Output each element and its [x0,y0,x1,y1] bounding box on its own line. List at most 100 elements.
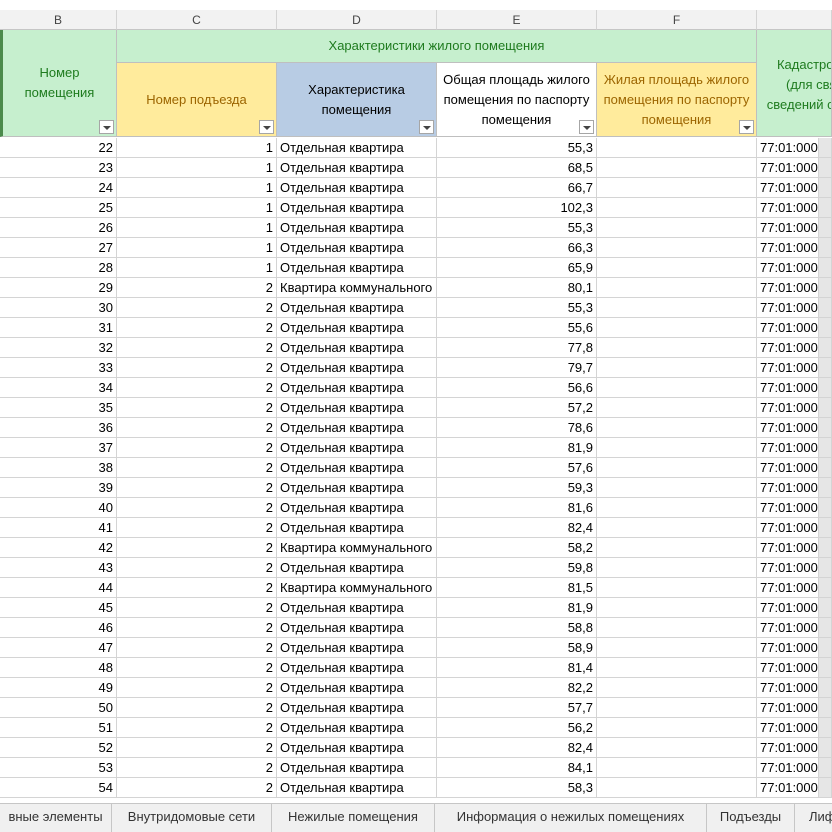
cell-type[interactable]: Отдельная квартира [277,658,437,678]
cell-entrance[interactable]: 1 [117,258,277,278]
cell-entrance[interactable]: 1 [117,238,277,258]
cell-entrance[interactable]: 2 [117,658,277,678]
cell-next-column[interactable] [819,338,832,358]
cell-entrance[interactable]: 2 [117,618,277,638]
cell-cad[interactable]: 77:01:000 [757,718,819,738]
cell-area[interactable]: 82,4 [437,738,597,758]
cell-num[interactable]: 37 [0,438,117,458]
column-header-e[interactable]: E [437,10,597,30]
cell-entrance[interactable]: 2 [117,458,277,478]
cell-area[interactable]: 66,3 [437,238,597,258]
cell-type[interactable]: Отдельная квартира [277,138,437,158]
sheet-tab[interactable]: Нежилые помещения [272,804,435,832]
cell-cad[interactable]: 77:01:000 [757,478,819,498]
cell-type[interactable]: Отдельная квартира [277,298,437,318]
cell-next-column[interactable] [819,458,832,478]
cell-area[interactable]: 78,6 [437,418,597,438]
cell-area[interactable]: 55,3 [437,298,597,318]
cell-num[interactable]: 36 [0,418,117,438]
cell-cad[interactable]: 77:01:000 [757,338,819,358]
cell-area[interactable]: 66,7 [437,178,597,198]
cell-num[interactable]: 24 [0,178,117,198]
cell-living[interactable] [597,218,757,238]
cell-num[interactable]: 35 [0,398,117,418]
cell-num[interactable]: 43 [0,558,117,578]
cell-cad[interactable]: 77:01:000 [757,218,819,238]
cell-entrance[interactable]: 2 [117,638,277,658]
cell-type[interactable]: Отдельная квартира [277,158,437,178]
cell-type[interactable]: Отдельная квартира [277,198,437,218]
cell-living[interactable] [597,258,757,278]
cell-cad[interactable]: 77:01:000 [757,258,819,278]
cell-entrance[interactable]: 2 [117,758,277,778]
cell-cad[interactable]: 77:01:000 [757,378,819,398]
cell-area[interactable]: 56,2 [437,718,597,738]
cell-entrance[interactable]: 2 [117,538,277,558]
cell-living[interactable] [597,758,757,778]
cell-living[interactable] [597,578,757,598]
cell-cad[interactable]: 77:01:000 [757,538,819,558]
cell-living[interactable] [597,398,757,418]
cell-num[interactable]: 32 [0,338,117,358]
cell-type[interactable]: Квартира коммунального [277,538,437,558]
cell-entrance[interactable]: 2 [117,418,277,438]
cell-num[interactable]: 47 [0,638,117,658]
cell-next-column[interactable] [819,438,832,458]
cell-living[interactable] [597,178,757,198]
cell-num[interactable]: 25 [0,198,117,218]
cell-type[interactable]: Отдельная квартира [277,738,437,758]
cell-living[interactable] [597,518,757,538]
cell-entrance[interactable]: 1 [117,158,277,178]
cell-type[interactable]: Отдельная квартира [277,478,437,498]
cell-entrance[interactable]: 1 [117,178,277,198]
cell-num[interactable]: 50 [0,698,117,718]
cell-next-column[interactable] [819,138,832,158]
cell-area[interactable]: 81,6 [437,498,597,518]
cell-living[interactable] [597,538,757,558]
cell-entrance[interactable]: 2 [117,498,277,518]
cell-area[interactable]: 57,6 [437,458,597,478]
cell-next-column[interactable] [819,498,832,518]
cell-living[interactable] [597,478,757,498]
cell-area[interactable]: 55,3 [437,218,597,238]
cell-type[interactable]: Отдельная квартира [277,638,437,658]
cell-num[interactable]: 41 [0,518,117,538]
cell-next-column[interactable] [819,618,832,638]
cell-type[interactable]: Отдельная квартира [277,498,437,518]
cell-living[interactable] [597,718,757,738]
cell-area[interactable]: 55,6 [437,318,597,338]
cell-cad[interactable]: 77:01:000 [757,138,819,158]
cell-num[interactable]: 39 [0,478,117,498]
cell-cad[interactable]: 77:01:000 [757,398,819,418]
cell-next-column[interactable] [819,278,832,298]
cell-living[interactable] [597,698,757,718]
cell-next-column[interactable] [819,358,832,378]
cell-area[interactable]: 59,8 [437,558,597,578]
cell-area[interactable]: 79,7 [437,358,597,378]
cell-next-column[interactable] [819,558,832,578]
cell-living[interactable] [597,158,757,178]
cell-entrance[interactable]: 2 [117,598,277,618]
cell-num[interactable]: 44 [0,578,117,598]
cell-num[interactable]: 29 [0,278,117,298]
cell-living[interactable] [597,638,757,658]
cell-entrance[interactable]: 1 [117,198,277,218]
cell-next-column[interactable] [819,638,832,658]
cell-area[interactable]: 81,5 [437,578,597,598]
cell-area[interactable]: 65,9 [437,258,597,278]
filter-dropdown-button[interactable] [259,120,274,134]
cell-living[interactable] [597,298,757,318]
cell-num[interactable]: 22 [0,138,117,158]
cell-num[interactable]: 49 [0,678,117,698]
cell-area[interactable]: 57,7 [437,698,597,718]
cell-entrance[interactable]: 2 [117,318,277,338]
cell-cad[interactable]: 77:01:000 [757,698,819,718]
cell-area[interactable]: 81,9 [437,438,597,458]
cell-entrance[interactable]: 2 [117,778,277,798]
cell-living[interactable] [597,658,757,678]
cell-area[interactable]: 68,5 [437,158,597,178]
cell-next-column[interactable] [819,678,832,698]
cell-next-column[interactable] [819,578,832,598]
cell-next-column[interactable] [819,298,832,318]
cell-next-column[interactable] [819,158,832,178]
